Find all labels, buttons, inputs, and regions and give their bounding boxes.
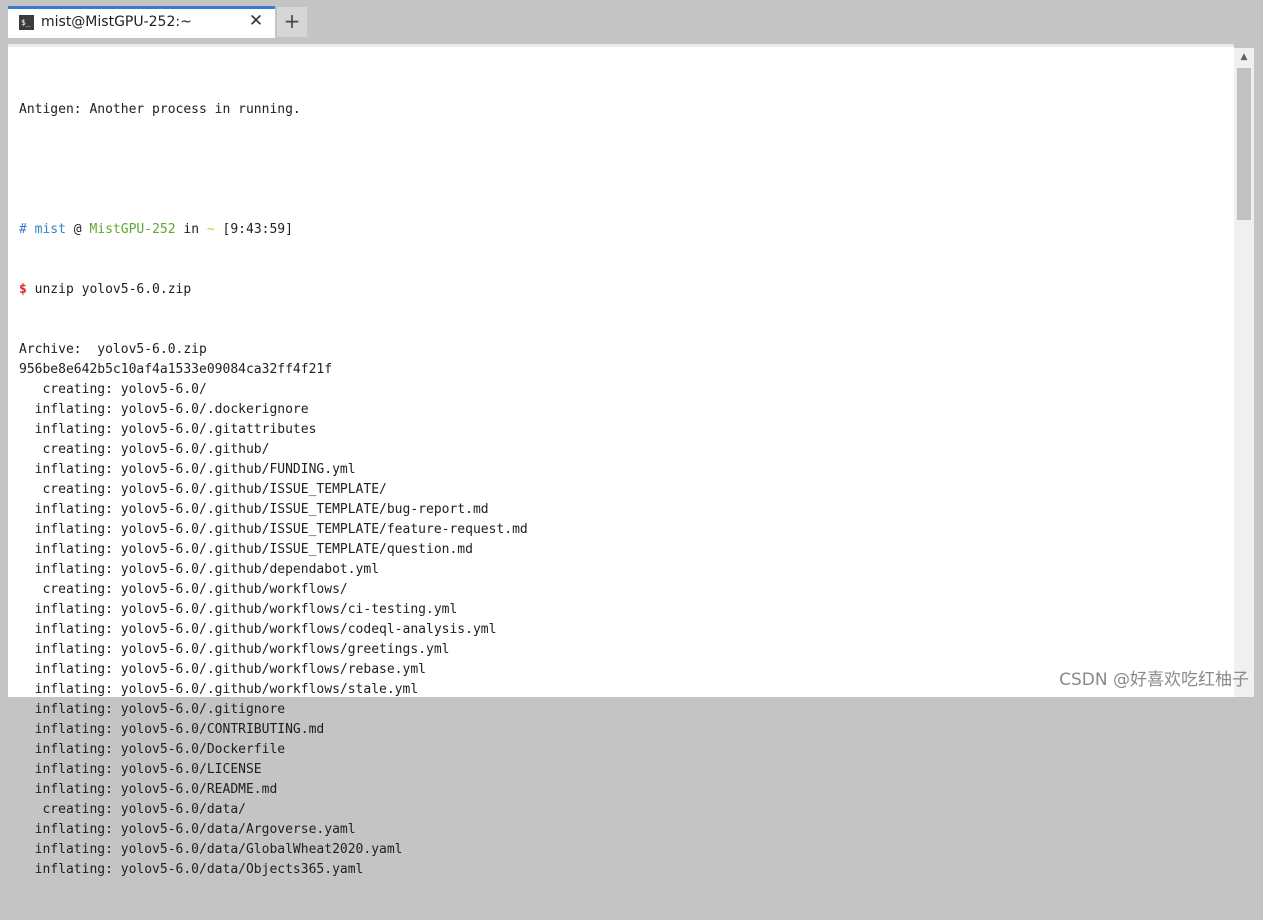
output-line: inflating: yolov5-6.0/.github/workflows/… [19,602,458,617]
output-line: inflating: yolov5-6.0/.github/FUNDING.ym… [19,462,356,477]
output-line: creating: yolov5-6.0/data/ [19,802,246,817]
terminal-tab[interactable]: $_ mist@MistGPU-252:~ ✕ [8,6,275,38]
output-line: inflating: yolov5-6.0/.gitignore [19,702,286,717]
prompt-line: # mist @ MistGPU-252 in ~ [9:43:59] [19,220,528,240]
output-line: inflating: yolov5-6.0/.github/ISSUE_TEMP… [19,502,489,517]
vertical-scrollbar[interactable]: ▲ [1234,48,1254,697]
prompt-time: [9:43:59] [222,222,293,237]
output-line: inflating: yolov5-6.0/data/GlobalWheat20… [19,842,403,857]
command-output: Archive: yolov5-6.0.zip 956be8e642b5c10af… [19,340,528,880]
output-line: 956be8e642b5c10af4a1533e09084ca32ff4f21f [19,362,333,377]
tab-title: mist@MistGPU-252:~ [41,14,192,30]
terminal-icon: $_ [19,15,34,30]
window-edge [1254,44,1263,697]
output-line: inflating: yolov5-6.0/.github/workflows/… [19,682,419,697]
prompt-host: MistGPU-252 [89,222,176,237]
output-line: inflating: yolov5-6.0/data/Argoverse.yam… [19,822,356,837]
notice-line: Antigen: Another process in running. [19,102,301,117]
prompt-at: @ [73,222,82,237]
output-line: inflating: yolov5-6.0/Dockerfile [19,742,286,757]
terminal-output: Antigen: Another process in running. # m… [19,60,528,920]
output-line: inflating: yolov5-6.0/CONTRIBUTING.md [19,722,325,737]
output-line: creating: yolov5-6.0/ [19,382,207,397]
scroll-up-arrow-icon[interactable]: ▲ [1234,48,1254,66]
prompt-user: mist [34,222,66,237]
output-line: inflating: yolov5-6.0/.github/ISSUE_TEMP… [19,542,473,557]
prompt-dir: ~ [206,222,215,237]
output-line: inflating: yolov5-6.0/.github/dependabot… [19,562,380,577]
output-line: inflating: yolov5-6.0/.github/ISSUE_TEMP… [19,522,528,537]
output-line: creating: yolov5-6.0/.github/ISSUE_TEMPL… [19,482,387,497]
output-line: Archive: yolov5-6.0.zip [19,342,207,357]
output-line: inflating: yolov5-6.0/LICENSE [19,762,262,777]
command-line: $ unzip yolov5-6.0.zip [19,280,528,300]
output-line: inflating: yolov5-6.0/.github/workflows/… [19,622,497,637]
watermark: CSDN @好喜欢吃红柚子 [1059,670,1249,690]
scrollbar-thumb[interactable] [1237,68,1251,220]
output-line: inflating: yolov5-6.0/.github/workflows/… [19,642,450,657]
output-line: inflating: yolov5-6.0/.github/workflows/… [19,662,426,677]
output-line: creating: yolov5-6.0/.github/workflows/ [19,582,348,597]
close-icon[interactable]: ✕ [246,11,266,31]
output-line: inflating: yolov5-6.0/.gitattributes [19,422,317,437]
output-line: inflating: yolov5-6.0/README.md [19,782,278,797]
prompt-in: in [183,222,200,237]
tab-bar: $_ mist@MistGPU-252:~ ✕ + [0,0,1263,44]
output-line: inflating: yolov5-6.0/.dockerignore [19,402,309,417]
output-line: inflating: yolov5-6.0/data/Objects365.ya… [19,862,364,877]
prompt-hash: # [19,222,27,237]
prompt-dollar: $ [19,282,27,297]
command-text: unzip yolov5-6.0.zip [34,282,192,297]
new-tab-button[interactable]: + [277,7,307,37]
output-line: creating: yolov5-6.0/.github/ [19,442,270,457]
terminal-pane[interactable]: Antigen: Another process in running. # m… [8,44,1234,877]
